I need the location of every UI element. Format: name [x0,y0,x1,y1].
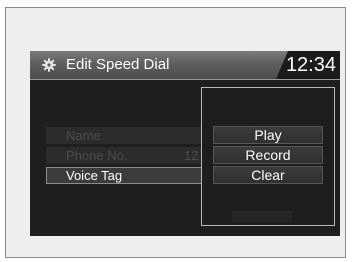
phone-number-value: 12 [184,148,199,163]
clear-button[interactable]: Clear [213,166,323,184]
phone-number-label: Phone No. [66,148,128,163]
display-screen: Edit Speed Dial 12:34 Name Phone No. 12 … [30,51,340,236]
play-button[interactable]: Play [213,126,323,144]
voice-tag-options-menu: Play Record Clear [201,87,335,226]
title-bar: Edit Speed Dial 12:34 [30,51,340,80]
voice-tag-label: Voice Tag [66,168,123,183]
clock-panel: 12:34 [276,51,340,79]
voice-tag-row[interactable]: Voice Tag [46,167,221,184]
figure-frame: Edit Speed Dial 12:34 Name Phone No. 12 … [5,7,346,258]
screen-title: Edit Speed Dial [66,56,170,73]
clock: 12:34 [285,54,336,76]
name-label: Name [66,128,101,143]
gear-icon [42,58,56,72]
phone-number-row: Phone No. 12 [46,147,221,164]
menu-footer [232,211,292,222]
record-button[interactable]: Record [213,146,323,164]
name-row: Name [46,127,221,144]
